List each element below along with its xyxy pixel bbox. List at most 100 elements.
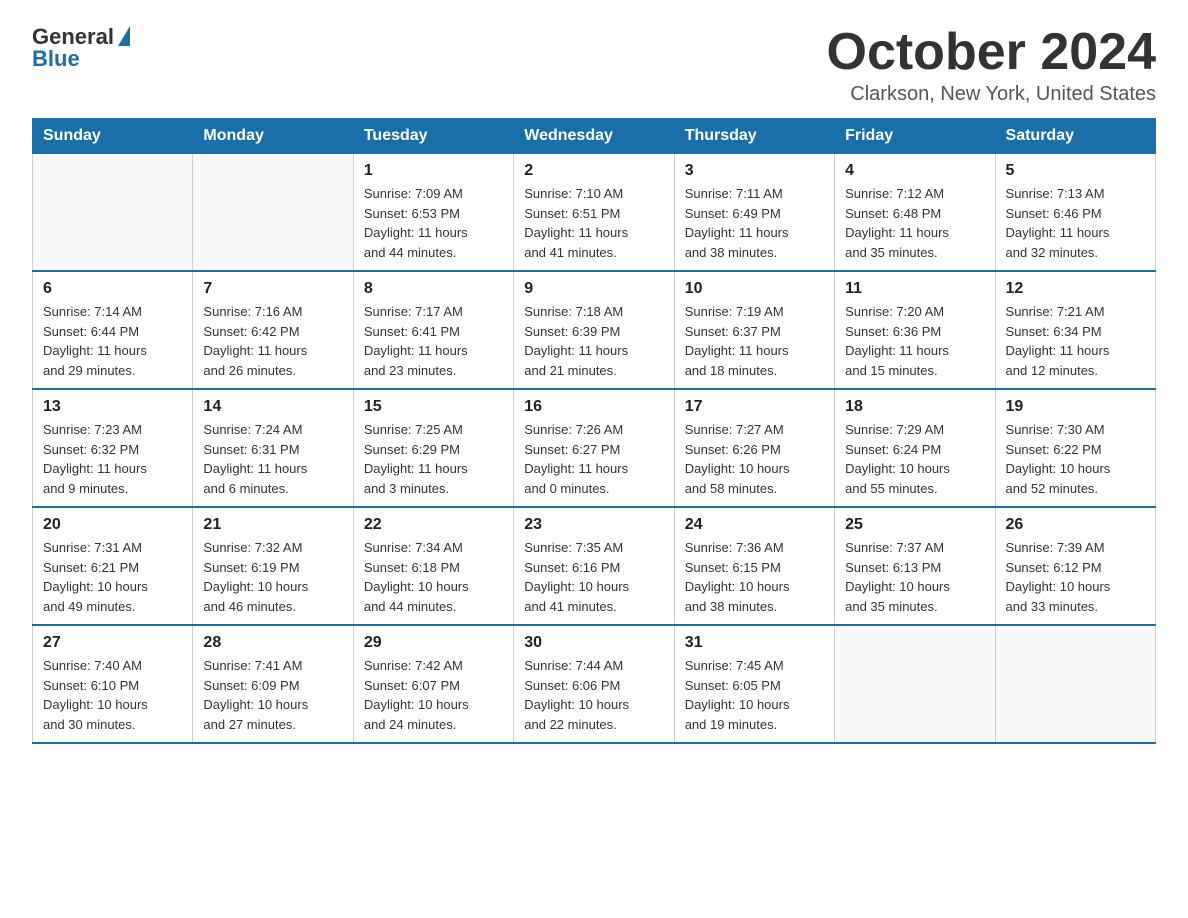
calendar-cell: 6Sunrise: 7:14 AMSunset: 6:44 PMDaylight… <box>33 271 193 389</box>
day-number: 28 <box>203 634 342 652</box>
day-number: 22 <box>364 516 503 534</box>
day-info: Sunrise: 7:24 AMSunset: 6:31 PMDaylight:… <box>203 420 342 498</box>
day-number: 18 <box>845 398 984 416</box>
calendar-cell: 11 Sunrise: 7:20 AMSunset: 6:36 PMDayligh… <box>835 271 995 389</box>
logo-triangle-icon <box>118 26 130 46</box>
calendar-week-row: 1 Sunrise: 7:09 AMSunset: 6:53 PMDaylight… <box>33 154 1156 272</box>
day-number: 8 <box>364 280 503 298</box>
calendar-cell <box>995 625 1155 743</box>
calendar-cell: 2 Sunrise: 7:10 AMSunset: 6:51 PMDaylight… <box>514 154 674 272</box>
day-info: Sunrise: 7:11 AMSunset: 6:49 PMDaylight:… <box>685 184 824 262</box>
calendar-cell: 15Sunrise: 7:25 AMSunset: 6:29 PMDayligh… <box>353 389 513 507</box>
weekday-header-tuesday: Tuesday <box>353 119 513 154</box>
month-title: October 2024 <box>827 24 1157 81</box>
day-number: 19 <box>1006 398 1145 416</box>
day-info: Sunrise: 7:23 AMSunset: 6:32 PMDaylight:… <box>43 420 182 498</box>
calendar-cell: 24 Sunrise: 7:36 AMSunset: 6:15 PMDayligh… <box>674 507 834 625</box>
day-info: Sunrise: 7:34 AMSunset: 6:18 PMDaylight:… <box>364 538 503 616</box>
calendar-cell: 28 Sunrise: 7:41 AMSunset: 6:09 PMDayligh… <box>193 625 353 743</box>
calendar-cell: 17 Sunrise: 7:27 AMSunset: 6:26 PMDayligh… <box>674 389 834 507</box>
calendar-cell: 25Sunrise: 7:37 AMSunset: 6:13 PMDayligh… <box>835 507 995 625</box>
calendar-cell: 29 Sunrise: 7:42 AMSunset: 6:07 PMDayligh… <box>353 625 513 743</box>
day-info: Sunrise: 7:39 AMSunset: 6:12 PMDaylight:… <box>1006 538 1145 616</box>
calendar-cell: 20 Sunrise: 7:31 AMSunset: 6:21 PMDayligh… <box>33 507 193 625</box>
day-info: Sunrise: 7:13 AMSunset: 6:46 PMDaylight:… <box>1006 184 1145 262</box>
day-number: 20 <box>43 516 182 534</box>
calendar-cell: 19 Sunrise: 7:30 AMSunset: 6:22 PMDayligh… <box>995 389 1155 507</box>
calendar-week-row: 27 Sunrise: 7:40 AMSunset: 6:10 PMDayligh… <box>33 625 1156 743</box>
day-number: 12 <box>1006 280 1145 298</box>
weekday-header-friday: Friday <box>835 119 995 154</box>
day-info: Sunrise: 7:36 AMSunset: 6:15 PMDaylight:… <box>685 538 824 616</box>
calendar-week-row: 6Sunrise: 7:14 AMSunset: 6:44 PMDaylight… <box>33 271 1156 389</box>
day-number: 17 <box>685 398 824 416</box>
calendar-cell: 21 Sunrise: 7:32 AMSunset: 6:19 PMDayligh… <box>193 507 353 625</box>
page-header: General Blue October 2024 Clarkson, New … <box>32 24 1156 106</box>
calendar-cell: 8Sunrise: 7:17 AMSunset: 6:41 PMDaylight… <box>353 271 513 389</box>
logo-blue-text: Blue <box>32 46 80 72</box>
day-info: Sunrise: 7:19 AMSunset: 6:37 PMDaylight:… <box>685 302 824 380</box>
day-number: 23 <box>524 516 663 534</box>
calendar-cell: 13 Sunrise: 7:23 AMSunset: 6:32 PMDayligh… <box>33 389 193 507</box>
day-info: Sunrise: 7:18 AMSunset: 6:39 PMDaylight:… <box>524 302 663 380</box>
weekday-header-monday: Monday <box>193 119 353 154</box>
calendar-cell: 16 Sunrise: 7:26 AMSunset: 6:27 PMDayligh… <box>514 389 674 507</box>
day-info: Sunrise: 7:20 AMSunset: 6:36 PMDaylight:… <box>845 302 984 380</box>
day-number: 2 <box>524 162 663 180</box>
day-info: Sunrise: 7:14 AMSunset: 6:44 PMDaylight:… <box>43 302 182 380</box>
day-info: Sunrise: 7:10 AMSunset: 6:51 PMDaylight:… <box>524 184 663 262</box>
day-info: Sunrise: 7:32 AMSunset: 6:19 PMDaylight:… <box>203 538 342 616</box>
calendar-cell: 12 Sunrise: 7:21 AMSunset: 6:34 PMDayligh… <box>995 271 1155 389</box>
day-number: 31 <box>685 634 824 652</box>
day-info: Sunrise: 7:29 AMSunset: 6:24 PMDaylight:… <box>845 420 984 498</box>
day-number: 14 <box>203 398 342 416</box>
day-number: 16 <box>524 398 663 416</box>
calendar-cell: 3 Sunrise: 7:11 AMSunset: 6:49 PMDaylight… <box>674 154 834 272</box>
day-info: Sunrise: 7:09 AMSunset: 6:53 PMDaylight:… <box>364 184 503 262</box>
weekday-header-thursday: Thursday <box>674 119 834 154</box>
day-info: Sunrise: 7:26 AMSunset: 6:27 PMDaylight:… <box>524 420 663 498</box>
calendar-cell: 22 Sunrise: 7:34 AMSunset: 6:18 PMDayligh… <box>353 507 513 625</box>
location-text: Clarkson, New York, United States <box>827 83 1157 106</box>
calendar-cell: 7Sunrise: 7:16 AMSunset: 6:42 PMDaylight… <box>193 271 353 389</box>
day-number: 11 <box>845 280 984 298</box>
day-info: Sunrise: 7:44 AMSunset: 6:06 PMDaylight:… <box>524 656 663 734</box>
day-number: 29 <box>364 634 503 652</box>
day-number: 27 <box>43 634 182 652</box>
day-number: 5 <box>1006 162 1145 180</box>
day-info: Sunrise: 7:42 AMSunset: 6:07 PMDaylight:… <box>364 656 503 734</box>
day-info: Sunrise: 7:12 AMSunset: 6:48 PMDaylight:… <box>845 184 984 262</box>
calendar-cell: 9Sunrise: 7:18 AMSunset: 6:39 PMDaylight… <box>514 271 674 389</box>
day-number: 3 <box>685 162 824 180</box>
day-number: 25 <box>845 516 984 534</box>
calendar-cell: 5 Sunrise: 7:13 AMSunset: 6:46 PMDaylight… <box>995 154 1155 272</box>
day-info: Sunrise: 7:27 AMSunset: 6:26 PMDaylight:… <box>685 420 824 498</box>
day-number: 1 <box>364 162 503 180</box>
calendar-cell <box>835 625 995 743</box>
calendar-cell: 31 Sunrise: 7:45 AMSunset: 6:05 PMDayligh… <box>674 625 834 743</box>
day-number: 10 <box>685 280 824 298</box>
calendar-cell <box>193 154 353 272</box>
day-number: 15 <box>364 398 503 416</box>
calendar-week-row: 13 Sunrise: 7:23 AMSunset: 6:32 PMDayligh… <box>33 389 1156 507</box>
calendar-cell: 27 Sunrise: 7:40 AMSunset: 6:10 PMDayligh… <box>33 625 193 743</box>
day-info: Sunrise: 7:31 AMSunset: 6:21 PMDaylight:… <box>43 538 182 616</box>
logo: General Blue <box>32 24 130 72</box>
calendar-cell: 26 Sunrise: 7:39 AMSunset: 6:12 PMDayligh… <box>995 507 1155 625</box>
day-info: Sunrise: 7:40 AMSunset: 6:10 PMDaylight:… <box>43 656 182 734</box>
day-info: Sunrise: 7:45 AMSunset: 6:05 PMDaylight:… <box>685 656 824 734</box>
day-info: Sunrise: 7:21 AMSunset: 6:34 PMDaylight:… <box>1006 302 1145 380</box>
day-number: 24 <box>685 516 824 534</box>
title-block: October 2024 Clarkson, New York, United … <box>827 24 1157 106</box>
weekday-header-saturday: Saturday <box>995 119 1155 154</box>
day-number: 30 <box>524 634 663 652</box>
day-info: Sunrise: 7:41 AMSunset: 6:09 PMDaylight:… <box>203 656 342 734</box>
weekday-header-wednesday: Wednesday <box>514 119 674 154</box>
day-number: 21 <box>203 516 342 534</box>
day-info: Sunrise: 7:16 AMSunset: 6:42 PMDaylight:… <box>203 302 342 380</box>
day-number: 26 <box>1006 516 1145 534</box>
calendar-week-row: 20 Sunrise: 7:31 AMSunset: 6:21 PMDayligh… <box>33 507 1156 625</box>
day-info: Sunrise: 7:30 AMSunset: 6:22 PMDaylight:… <box>1006 420 1145 498</box>
day-number: 13 <box>43 398 182 416</box>
calendar-cell: 14 Sunrise: 7:24 AMSunset: 6:31 PMDayligh… <box>193 389 353 507</box>
